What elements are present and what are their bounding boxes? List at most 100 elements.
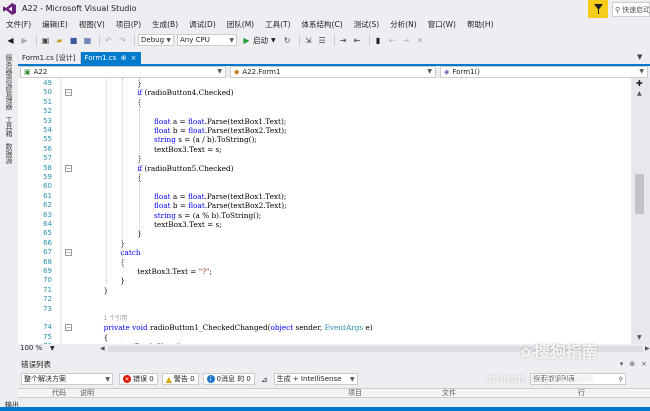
solution-configuration-select[interactable]: Debug ▼ xyxy=(138,34,174,46)
column-project[interactable]: 项目 xyxy=(348,388,362,398)
undo-icon[interactable]: ↶ xyxy=(103,35,114,46)
open-folder-icon[interactable]: ▰ xyxy=(54,35,65,46)
menu-build[interactable]: 生成(B) xyxy=(152,19,178,30)
previous-bookmark-icon[interactable]: ⇠ xyxy=(387,35,398,46)
scroll-right-icon[interactable]: ▶ xyxy=(645,345,650,352)
browser-link-icon[interactable]: ↻ xyxy=(282,35,293,46)
code-line[interactable]: 51{ xyxy=(18,98,631,107)
code-line[interactable]: 63 string s = (a % b).ToString(); xyxy=(18,211,631,220)
collapse-outline-icon[interactable]: − xyxy=(65,89,72,97)
code-line[interactable]: 60 xyxy=(18,182,631,191)
dropdown-arrow-icon[interactable]: ▾ xyxy=(620,360,624,368)
menu-file[interactable]: 文件(F) xyxy=(6,19,31,30)
split-window-icon[interactable]: ✚ xyxy=(636,79,643,88)
code-line[interactable]: 49} xyxy=(18,79,631,88)
scroll-down-icon[interactable]: ▼ xyxy=(637,334,642,341)
code-line[interactable]: 70} xyxy=(18,276,631,285)
data-sources-tab[interactable]: 数据源 xyxy=(4,143,14,164)
member-dropdown[interactable]: ◈ Form1() ▼ xyxy=(440,66,648,78)
scrollbar-thumb[interactable] xyxy=(635,174,644,214)
menu-test[interactable]: 测试(S) xyxy=(354,19,380,30)
redo-icon[interactable]: ↷ xyxy=(117,35,128,46)
code-line[interactable]: 67 − catch xyxy=(18,248,631,257)
code-line[interactable]: 56 textBox3.Text = s; xyxy=(18,145,631,154)
collapse-outline-icon[interactable]: − xyxy=(65,324,72,332)
warnings-filter-button[interactable]: ▲ 警告 0 xyxy=(161,373,199,385)
outdent-icon[interactable]: ⇤ xyxy=(352,35,363,46)
code-line[interactable]: 65} xyxy=(18,229,631,238)
chevron-down-icon[interactable]: ▼ xyxy=(50,345,55,352)
toolbox-tab[interactable]: 工具箱 xyxy=(4,116,14,137)
close-icon[interactable]: × xyxy=(641,360,647,368)
back-icon[interactable]: ◀ xyxy=(5,35,16,46)
scroll-up-icon[interactable]: ▲ xyxy=(637,90,642,97)
code-line[interactable]: 68{ xyxy=(18,258,631,267)
chevron-down-icon[interactable]: ▼ xyxy=(271,37,276,44)
menu-edit[interactable]: 编辑(E) xyxy=(42,19,68,30)
code-line[interactable]: 74 − private void radioButton1_CheckedChan… xyxy=(18,323,631,332)
server-explorer-tab[interactable]: 服务器资源管理器 xyxy=(4,54,14,110)
menu-view[interactable]: 视图(V) xyxy=(79,19,105,30)
code-line[interactable]: 54 float b = float.Parse(textBox2.Text); xyxy=(18,126,631,135)
code-line[interactable]: 52 xyxy=(18,107,631,116)
start-debugging-icon[interactable]: ▶ xyxy=(241,35,252,46)
indent-icon[interactable]: ⇥ xyxy=(338,35,349,46)
collapse-outline-icon[interactable]: − xyxy=(65,164,72,172)
editor-vertical-scrollbar[interactable]: ✚ ▲ ▼ xyxy=(631,78,650,344)
bookmark-icon[interactable]: ▮ xyxy=(373,35,384,46)
tab-form1-code[interactable]: Form1.cs ⊕ × xyxy=(80,52,141,64)
project-dropdown[interactable]: ▣ A22 ▼ xyxy=(20,66,226,78)
errors-filter-button[interactable]: ✕ 错误 0 xyxy=(119,373,158,385)
build-filter-select[interactable]: 生成 + IntelliSense ▼ xyxy=(273,373,358,385)
zoom-level[interactable]: 100 % xyxy=(20,344,42,352)
notifications-flag-icon[interactable] xyxy=(588,0,608,18)
code-line[interactable]: 57} xyxy=(18,154,631,163)
code-line[interactable]: 50 − if (radioButton4.Checked) xyxy=(18,88,631,97)
menu-help[interactable]: 帮助(H) xyxy=(467,19,494,30)
close-tab-icon[interactable]: × xyxy=(131,54,137,62)
pin-tab-icon[interactable]: ⊕ xyxy=(121,54,127,62)
type-dropdown[interactable]: ◆ A22.Form1 ▼ xyxy=(230,66,436,78)
menu-window[interactable]: 窗口(W) xyxy=(428,19,456,30)
code-editor[interactable]: 49} 50− if (radioButton4.Checked) 51{52 53 fl… xyxy=(18,78,631,344)
collapse-outline-icon[interactable]: − xyxy=(65,249,72,257)
menu-tools[interactable]: 工具(T) xyxy=(265,19,290,30)
code-line[interactable]: 53 float a = float.Parse(textBox1.Text); xyxy=(18,117,631,126)
code-line[interactable]: 55 string s = (a / b).ToString(); xyxy=(18,135,631,144)
column-line[interactable]: 行 xyxy=(578,388,585,398)
code-line[interactable]: 64 textBox3.Text = s; xyxy=(18,220,631,229)
menu-analyze[interactable]: 分析(N) xyxy=(390,19,416,30)
code-line[interactable]: 1 个引用 xyxy=(18,314,631,323)
column-code[interactable]: 代码 xyxy=(52,388,66,398)
forward-icon[interactable]: ▶ xyxy=(19,35,30,46)
messages-filter-button[interactable]: i 0消息 的 0 xyxy=(202,373,255,385)
tab-list-dropdown-icon[interactable]: ▼ xyxy=(637,53,642,61)
code-line[interactable]: 66} xyxy=(18,239,631,248)
code-line[interactable]: 59{ xyxy=(18,173,631,182)
new-project-icon[interactable]: ▣ xyxy=(40,35,51,46)
next-bookmark-icon[interactable]: ⇢ xyxy=(401,35,412,46)
tab-form1-design[interactable]: Form1.cs [设计] xyxy=(18,52,81,64)
step-into-icon[interactable]: ⇲ xyxy=(303,35,314,46)
solution-platform-select[interactable]: Any CPU ▼ xyxy=(177,34,237,46)
menu-project[interactable]: 项目(P) xyxy=(116,19,141,30)
start-debugging-button[interactable]: 启动 xyxy=(253,35,268,46)
comment-out-icon[interactable]: ☰ xyxy=(317,35,328,46)
code-line[interactable]: 62 float b = float.Parse(textBox2.Text); xyxy=(18,201,631,210)
save-icon[interactable]: ■ xyxy=(68,35,79,46)
clear-bookmarks-icon[interactable]: ✕ xyxy=(415,35,426,46)
save-all-icon[interactable]: ▦ xyxy=(82,35,93,46)
menu-debug[interactable]: 调试(D) xyxy=(189,19,216,30)
code-line[interactable]: 58 − if (radioButton5.Checked) xyxy=(18,164,631,173)
code-line[interactable]: 71} xyxy=(18,286,631,295)
column-description[interactable]: 说明 xyxy=(80,388,94,398)
error-scope-select[interactable]: 整个解决方案 ▼ xyxy=(21,373,113,385)
menu-team[interactable]: 团队(M) xyxy=(227,19,254,30)
scroll-left-icon[interactable]: ◀ xyxy=(100,345,105,352)
code-line[interactable]: 61 float a = float.Parse(textBox1.Text); xyxy=(18,192,631,201)
pin-icon[interactable]: ⊕ xyxy=(629,360,635,368)
menu-architecture[interactable]: 体系结构(C) xyxy=(302,19,343,30)
column-file[interactable]: 文件 xyxy=(442,388,456,398)
code-line[interactable]: 73 xyxy=(18,305,631,314)
filter-icon[interactable]: ⊿ xyxy=(261,375,268,384)
